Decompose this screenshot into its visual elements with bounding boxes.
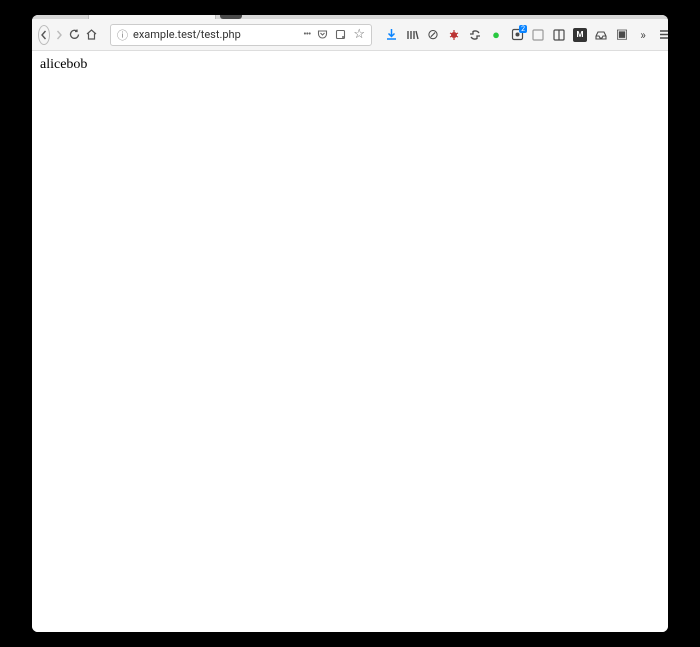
hamburger-icon xyxy=(658,28,669,41)
site-info-icon[interactable]: ⓘ xyxy=(117,27,128,43)
extension-noscript-icon[interactable]: ⊘ xyxy=(426,28,440,42)
overflow-button[interactable]: » xyxy=(636,28,650,42)
back-button[interactable] xyxy=(38,25,50,45)
extension-badge: 2 xyxy=(519,25,527,33)
bug-icon xyxy=(448,29,460,41)
tab-active[interactable]: example.test/test.php xyxy=(88,15,216,19)
extension-inbox-icon[interactable] xyxy=(594,28,608,42)
arrow-right-icon xyxy=(54,30,64,40)
library-button[interactable] xyxy=(405,28,419,42)
download-icon xyxy=(385,28,398,41)
plus-icon: + xyxy=(227,15,235,16)
toolbar: ⓘ example.test/test.php ••• ☆ ⊘ xyxy=(32,19,668,51)
app-menu-button[interactable] xyxy=(657,28,668,42)
forward-button[interactable] xyxy=(54,24,64,46)
page-content: alicebob xyxy=(32,51,668,632)
panel-icon xyxy=(532,29,544,41)
extension-bug-icon[interactable] xyxy=(447,28,461,42)
extension-m-icon[interactable]: M xyxy=(573,28,587,42)
downloads-button[interactable] xyxy=(384,28,398,42)
address-bar[interactable]: ⓘ example.test/test.php ••• ☆ xyxy=(110,24,372,46)
new-tab-button[interactable]: + xyxy=(220,15,242,19)
arrow-left-icon xyxy=(39,30,49,40)
browser-window: example.test/test.php + ⓘ example.test/t… xyxy=(32,15,668,632)
pocket-icon-svg xyxy=(317,29,328,40)
pocket-icon[interactable] xyxy=(317,29,328,40)
extension-sync-icon[interactable] xyxy=(468,28,482,42)
extension-container-icon[interactable]: 2 xyxy=(510,28,524,42)
reader-icon-svg xyxy=(335,29,346,40)
reload-icon xyxy=(68,28,81,41)
extension-panel2-icon[interactable] xyxy=(552,28,566,42)
home-button[interactable] xyxy=(85,24,98,46)
extension-panel1-icon[interactable] xyxy=(531,28,545,42)
sync-icon xyxy=(469,29,481,41)
extension-green-icon[interactable]: ● xyxy=(489,28,503,42)
urlbar-actions: ••• ☆ xyxy=(303,27,365,42)
inbox-icon xyxy=(595,29,607,41)
panel2-icon xyxy=(553,29,565,41)
extension-grid-icon[interactable]: ▣ xyxy=(615,28,629,42)
extension-icons: ⊘ ● 2 M ▣ » xyxy=(384,28,668,42)
url-text: example.test/test.php xyxy=(133,28,298,41)
home-icon xyxy=(85,28,98,41)
reload-button[interactable] xyxy=(68,24,81,46)
library-icon xyxy=(406,28,419,41)
page-actions-button[interactable]: ••• xyxy=(303,29,310,40)
tab-strip: example.test/test.php + xyxy=(32,15,668,19)
page-body-text: alicebob xyxy=(40,57,87,72)
bookmark-star-icon[interactable]: ☆ xyxy=(353,27,365,42)
reader-mode-icon[interactable] xyxy=(335,29,346,40)
